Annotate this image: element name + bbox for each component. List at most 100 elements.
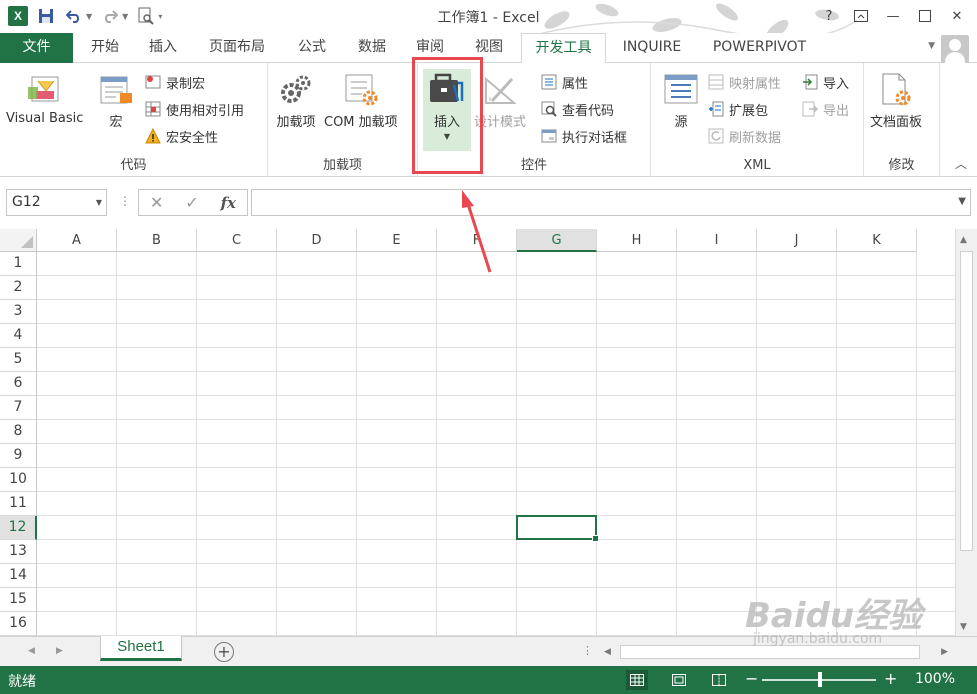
tab-file[interactable]: 文件 <box>0 33 73 63</box>
add-sheet-icon[interactable]: + <box>214 642 234 662</box>
row-header[interactable]: 11 <box>0 492 37 516</box>
xml-export-button[interactable]: 导出 <box>801 98 849 120</box>
scroll-left-icon[interactable]: ◀ <box>604 647 611 657</box>
column-header[interactable]: D <box>277 229 357 252</box>
help-icon[interactable]: ? <box>815 4 843 28</box>
tab-data[interactable]: 数据 <box>347 33 397 63</box>
column-header[interactable]: F <box>437 229 517 252</box>
tab-developer[interactable]: 开发工具 <box>521 33 606 64</box>
cancel-icon[interactable]: ✕ <box>150 193 163 212</box>
active-cell[interactable] <box>516 515 599 542</box>
row-header[interactable]: 4 <box>0 324 37 348</box>
horizontal-scrollbar[interactable]: ◀ ▶ <box>600 642 952 662</box>
close-icon[interactable]: ✕ <box>943 4 971 28</box>
tab-home[interactable]: 开始 <box>80 33 130 63</box>
row-header[interactable]: 16 <box>0 612 37 636</box>
vertical-scroll-thumb[interactable] <box>960 251 973 551</box>
zoom-level[interactable]: 100% <box>915 671 955 687</box>
row-header[interactable]: 10 <box>0 468 37 492</box>
select-all-corner[interactable] <box>0 229 37 252</box>
column-header[interactable]: K <box>837 229 917 252</box>
design-mode-button[interactable]: 设计模式 <box>474 69 526 130</box>
column-header[interactable]: J <box>757 229 837 252</box>
com-addins-button[interactable]: COM 加载项 <box>324 69 398 130</box>
refresh-data-button[interactable]: 刷新数据 <box>707 125 781 147</box>
column-header[interactable]: C <box>197 229 277 252</box>
name-box-value: G12 <box>12 194 41 210</box>
gridline-horizontal <box>37 323 955 324</box>
row-header[interactable]: 9 <box>0 444 37 468</box>
properties-button[interactable]: 属性 <box>540 71 588 93</box>
maximize-icon[interactable] <box>911 4 939 28</box>
addins-button[interactable]: 加载项 <box>276 69 316 130</box>
vertical-scrollbar[interactable]: ▲ ▼ <box>955 229 977 636</box>
map-properties-button[interactable]: 映射属性 <box>707 71 781 93</box>
tab-formulas[interactable]: 公式 <box>287 33 337 63</box>
insert-function-icon[interactable]: fx <box>221 194 236 212</box>
worksheet-grid[interactable]: ABCDEFGHIJK 1 2 3 4 5 6 7 8 9 10 11 12 13 14 15 16 ▲ ▼ <box>0 229 977 636</box>
page-layout-view-icon[interactable] <box>668 670 690 690</box>
formula-bar-grip-icon[interactable]: ⋮ <box>119 194 131 208</box>
tab-insert[interactable]: 插入 <box>138 33 188 63</box>
group-xml-label: XML <box>743 158 771 173</box>
name-box[interactable]: G12 ▼ <box>6 189 107 216</box>
zoom-in-icon[interactable]: + <box>884 669 897 688</box>
sheet-tab[interactable]: Sheet1 <box>100 636 182 661</box>
row-header[interactable]: 5 <box>0 348 37 372</box>
macro-security-button[interactable]: 宏安全性 <box>144 125 218 147</box>
column-header[interactable]: B <box>117 229 197 252</box>
account-dropdown-icon[interactable]: ▼ <box>928 41 935 51</box>
row-header[interactable]: 2 <box>0 276 37 300</box>
row-header[interactable]: 6 <box>0 372 37 396</box>
row-header[interactable]: 7 <box>0 396 37 420</box>
tab-inquire[interactable]: INQUIRE <box>614 33 690 63</box>
xml-source-button[interactable]: 源 <box>661 69 701 130</box>
tab-review[interactable]: 审阅 <box>405 33 455 63</box>
tab-view[interactable]: 视图 <box>464 33 514 63</box>
row-header[interactable]: 3 <box>0 300 37 324</box>
name-box-dropdown-icon[interactable]: ▼ <box>96 190 102 215</box>
prev-sheet-icon[interactable]: ◀ <box>28 646 35 656</box>
insert-controls-button[interactable]: 插入 ▼ <box>423 69 471 151</box>
document-panel-button[interactable]: 文档面板 <box>870 69 922 130</box>
formula-input[interactable]: ▼ <box>251 189 971 216</box>
minimize-icon[interactable]: — <box>879 4 907 28</box>
visual-basic-button[interactable]: Visual Basic <box>6 69 83 126</box>
column-header[interactable]: G <box>517 229 597 252</box>
row-header[interactable]: 13 <box>0 540 37 564</box>
column-header[interactable]: I <box>677 229 757 252</box>
page-break-view-icon[interactable] <box>708 670 730 690</box>
scroll-up-icon[interactable]: ▲ <box>960 235 967 245</box>
ribbon-display-options-icon[interactable] <box>847 4 875 28</box>
collapse-ribbon-icon[interactable]: ︿ <box>955 155 967 172</box>
horizontal-scroll-thumb[interactable] <box>620 645 920 659</box>
row-header[interactable]: 14 <box>0 564 37 588</box>
enter-icon[interactable]: ✓ <box>185 193 198 212</box>
tab-powerpivot[interactable]: POWERPIVOT <box>702 33 817 63</box>
expansion-packs-button[interactable]: 扩展包 <box>707 98 768 120</box>
row-header[interactable]: 12 <box>0 516 37 540</box>
row-header[interactable]: 8 <box>0 420 37 444</box>
scroll-right-icon[interactable]: ▶ <box>941 647 948 657</box>
use-relative-references-button[interactable]: 使用相对引用 <box>144 98 244 120</box>
tab-split-grip-icon[interactable]: ⋮ <box>582 644 593 657</box>
row-header[interactable]: 15 <box>0 588 37 612</box>
zoom-out-icon[interactable]: − <box>745 669 758 688</box>
xml-import-button[interactable]: 导入 <box>801 71 849 93</box>
avatar[interactable] <box>941 35 969 63</box>
zoom-slider-thumb[interactable] <box>818 672 822 687</box>
run-dialog-button[interactable]: 执行对话框 <box>540 125 627 147</box>
column-header[interactable]: H <box>597 229 677 252</box>
view-code-button[interactable]: 查看代码 <box>540 98 614 120</box>
next-sheet-icon[interactable]: ▶ <box>56 646 63 656</box>
column-header[interactable]: A <box>37 229 117 252</box>
group-addins: 加载项 COM 加载项 加载项 <box>268 63 418 177</box>
macros-button[interactable]: 宏 <box>96 69 136 130</box>
row-header[interactable]: 1 <box>0 252 37 276</box>
tab-page-layout[interactable]: 页面布局 <box>199 33 275 63</box>
scroll-down-icon[interactable]: ▼ <box>960 622 967 632</box>
expand-formula-bar-icon[interactable]: ▼ <box>958 196 966 207</box>
column-header[interactable]: E <box>357 229 437 252</box>
normal-view-icon[interactable] <box>626 670 648 690</box>
record-macro-button[interactable]: 录制宏 <box>144 71 205 93</box>
